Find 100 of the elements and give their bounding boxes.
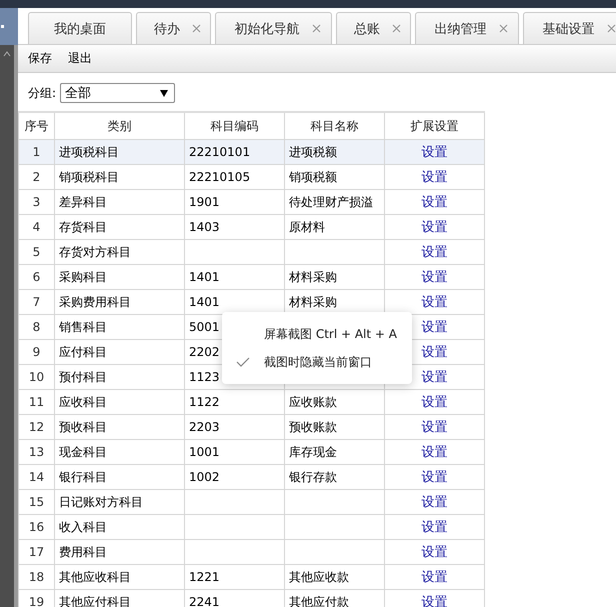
tab[interactable]: 我的桌面	[28, 12, 132, 44]
table-cell: 存货对方科目	[59, 244, 131, 258]
settings-link[interactable]: 设置	[422, 370, 448, 385]
table-cell: 1901	[189, 195, 220, 209]
table-cell: 银行存款	[289, 470, 337, 484]
table-row[interactable]: 17 费用科目 设置	[18, 540, 484, 564]
scroll-up-icon[interactable]	[3, 51, 11, 57]
tab[interactable]: 待办	[136, 12, 211, 44]
table-cell: 9	[32, 345, 40, 359]
close-icon[interactable]	[312, 24, 320, 33]
table-cell: 预付科目	[59, 370, 107, 384]
table-cell: 预收账款	[289, 420, 337, 434]
tab[interactable]: 出纳管理	[415, 12, 519, 44]
table-cell: 19	[28, 595, 44, 607]
settings-link[interactable]: 设置	[422, 570, 448, 585]
table-cell: 12	[28, 420, 44, 434]
settings-link[interactable]: 设置	[422, 295, 448, 310]
tab[interactable]: 基础设置	[523, 12, 616, 44]
table-row[interactable]: 4 存货科目 1403 原材料 设置	[18, 214, 484, 240]
table-cell: 4	[32, 220, 40, 234]
table-cell: 1401	[189, 295, 220, 309]
table-cell: 销项税科目	[59, 170, 119, 184]
table-cell: 17	[28, 545, 44, 559]
table-cell: 3	[32, 195, 40, 209]
table-cell: 16	[28, 520, 44, 534]
table-row[interactable]: 1 进项税科目 22210101 进项税额 设置	[18, 140, 484, 164]
table-row[interactable]: 2 销项税科目 22210105 销项税额 设置	[18, 164, 484, 190]
table-cell: 库存现金	[289, 444, 337, 458]
table-row[interactable]: 6 采购科目 1401 材料采购 设置	[18, 264, 484, 290]
table-cell: 现金科目	[59, 444, 107, 458]
tab[interactable]: 总账	[336, 12, 411, 44]
table-row[interactable]: 3 差异科目 1901 待处理财产损溢 设置	[18, 190, 484, 214]
settings-link[interactable]: 设置	[422, 470, 448, 485]
table-cell: 待处理财产损溢	[289, 194, 373, 208]
table-row[interactable]: 5 存货对方科目 设置	[18, 240, 484, 264]
toolbar-button[interactable]: 退出	[62, 48, 98, 69]
table-cell: 应付科目	[59, 344, 107, 358]
table-cell: 收入科目	[59, 520, 107, 534]
settings-link[interactable]: 设置	[422, 195, 448, 210]
settings-link[interactable]: 设置	[422, 220, 448, 235]
settings-link[interactable]: 设置	[422, 170, 448, 185]
table-cell: 其他应收款	[289, 570, 349, 584]
close-icon[interactable]	[498, 24, 508, 33]
toolbar-button[interactable]: 保存	[22, 48, 58, 69]
table-cell: 存货科目	[59, 220, 107, 234]
tab-label[interactable]: 初始化导航	[234, 20, 300, 38]
table-cell: 8	[32, 320, 40, 334]
table-cell: 18	[28, 570, 44, 584]
table-row[interactable]: 16 收入科目 设置	[18, 514, 484, 540]
table-cell: 1122	[189, 395, 220, 409]
table-cell: 15	[28, 495, 44, 509]
menu-item[interactable]: 屏幕截图 Ctrl + Alt + A	[222, 320, 412, 348]
settings-link[interactable]: 设置	[422, 495, 448, 510]
close-icon[interactable]	[392, 24, 401, 33]
table-cell: 销售科目	[59, 320, 107, 334]
table-cell: 1001	[189, 445, 220, 459]
settings-link[interactable]: 设置	[422, 545, 448, 560]
table-cell: 2203	[189, 420, 220, 434]
tab-label[interactable]: 待办	[154, 20, 180, 38]
table-cell: 日记账对方科目	[59, 494, 143, 508]
tab-label[interactable]: 出纳管理	[434, 20, 486, 38]
handle-icon[interactable]	[1, 25, 4, 28]
table-cell: 采购科目	[59, 270, 107, 284]
table-cell: 1	[32, 145, 40, 159]
close-icon[interactable]	[606, 24, 616, 33]
settings-link[interactable]: 设置	[422, 395, 448, 410]
table-row[interactable]: 13 现金科目 1001 库存现金 设置	[18, 440, 484, 464]
tab-label[interactable]: 我的桌面	[54, 20, 106, 38]
table-cell: 22210105	[189, 170, 250, 184]
table-cell: 11	[28, 395, 44, 409]
group-select[interactable]: 全部	[60, 83, 176, 103]
settings-link[interactable]: 设置	[422, 320, 448, 335]
table-cell: 费用科目	[59, 544, 107, 558]
settings-link[interactable]: 设置	[422, 270, 448, 285]
table-row[interactable]: 12 预收科目 2203 预收账款 设置	[18, 414, 484, 440]
table-cell: 应收科目	[59, 394, 107, 408]
settings-link[interactable]: 设置	[422, 145, 448, 160]
tab-label[interactable]: 总账	[354, 20, 380, 38]
dropdown-icon[interactable]	[160, 90, 168, 96]
settings-link[interactable]: 设置	[422, 420, 448, 435]
settings-link[interactable]: 设置	[422, 445, 448, 460]
table-cell: 进项税额	[289, 144, 337, 158]
settings-link[interactable]: 设置	[422, 520, 448, 535]
settings-link[interactable]: 设置	[422, 345, 448, 360]
table-row[interactable]: 18 其他应收科目 1221 其他应收款 设置	[18, 564, 484, 590]
table-cell: 2202	[189, 345, 220, 359]
table-cell: 14	[28, 470, 44, 484]
table-cell: 原材料	[289, 220, 325, 234]
table-row[interactable]: 11 应收科目 1122 应收账款 设置	[18, 390, 484, 414]
table-cell: 1002	[189, 470, 220, 484]
settings-link[interactable]: 设置	[422, 245, 448, 260]
tab-label[interactable]: 基础设置	[542, 20, 594, 38]
filter-label: 分组:	[28, 84, 56, 102]
table-cell: 10	[28, 370, 44, 384]
table-row[interactable]: 15 日记账对方科目 设置	[18, 490, 484, 514]
table-row[interactable]: 14 银行科目 1002 银行存款 设置	[18, 464, 484, 490]
close-icon[interactable]	[192, 24, 201, 33]
tab[interactable]: 初始化导航	[215, 12, 332, 44]
table-cell: 进项税科目	[59, 144, 119, 158]
table-cell: 1221	[189, 570, 220, 584]
